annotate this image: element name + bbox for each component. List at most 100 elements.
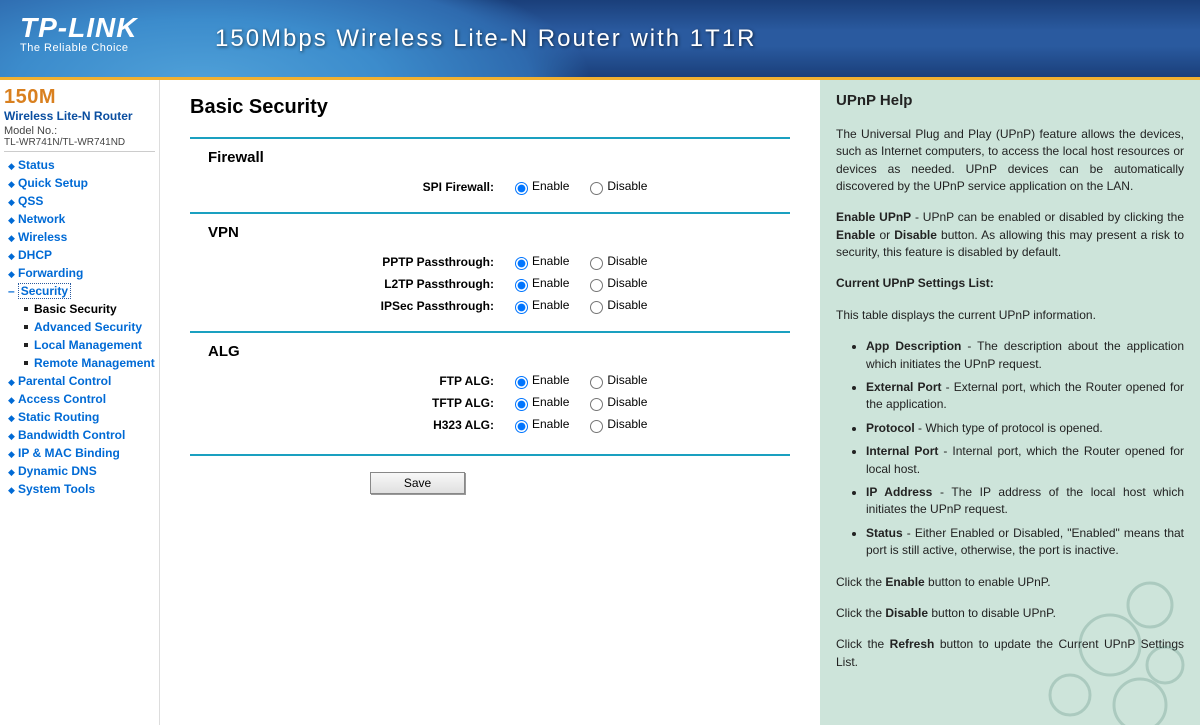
option-alg-1-enable[interactable]: Enable — [510, 395, 569, 409]
option-vpn-2-disable[interactable]: Disable — [585, 298, 647, 312]
bullet-icon: ◆ — [8, 449, 14, 460]
nav-dhcp[interactable]: DHCP — [18, 248, 52, 262]
help-foot-disable: Click the Disable button to disable UPnP… — [836, 605, 1184, 622]
bullet-icon: ◆ — [8, 377, 14, 388]
radio-vpn-2-disable[interactable] — [590, 301, 603, 314]
dot-icon — [24, 325, 28, 329]
brand-tagline: The Reliable Choice — [20, 42, 137, 54]
nav-ip-mac-binding[interactable]: IP & MAC Binding — [18, 446, 120, 460]
label-alg-2: H323 ALG: — [190, 418, 510, 432]
radio-firewall-0-enable[interactable] — [515, 182, 528, 195]
nav-static-routing[interactable]: Static Routing — [18, 410, 99, 424]
nav-parental-control[interactable]: Parental Control — [18, 374, 111, 388]
nav-access-control[interactable]: Access Control — [18, 392, 106, 406]
option-vpn-0-enable[interactable]: Enable — [510, 254, 569, 268]
radio-alg-0-enable[interactable] — [515, 376, 528, 389]
radio-alg-1-enable[interactable] — [515, 398, 528, 411]
sidebar-header: 150M Wireless Lite-N Router Model No.: T… — [4, 86, 155, 152]
radio-alg-2-disable[interactable] — [590, 420, 603, 433]
help-foot-enable: Click the Enable button to enable UPnP. — [836, 574, 1184, 591]
sidebar: 150M Wireless Lite-N Router Model No.: T… — [0, 80, 160, 725]
bullet-icon: ◆ — [8, 215, 14, 226]
bullet-icon: ◆ — [8, 395, 14, 406]
radio-alg-1-disable[interactable] — [590, 398, 603, 411]
save-button[interactable]: Save — [370, 472, 465, 494]
nav-forwarding[interactable]: Forwarding — [18, 266, 83, 280]
nav-dynamic-dns[interactable]: Dynamic DNS — [18, 464, 97, 478]
help-foot-refresh: Click the Refresh button to update the C… — [836, 636, 1184, 671]
sidebar-title: 150M — [4, 86, 155, 109]
radio-vpn-0-enable[interactable] — [515, 257, 528, 270]
label-vpn-1: L2TP Passthrough: — [190, 277, 510, 291]
nav-quick-setup[interactable]: Quick Setup — [18, 176, 88, 190]
radio-alg-0-disable[interactable] — [590, 376, 603, 389]
option-vpn-1-enable[interactable]: Enable — [510, 276, 569, 290]
subnav-advanced-security[interactable]: Advanced Security — [34, 320, 142, 334]
bullet-icon: ◆ — [8, 161, 14, 172]
label-vpn-2: IPSec Passthrough: — [190, 299, 510, 313]
subnav-basic-security[interactable]: Basic Security — [34, 302, 117, 316]
label-firewall-0: SPI Firewall: — [190, 180, 510, 194]
bullet-icon: ◆ — [8, 197, 14, 208]
help-panel: UPnP Help The Universal Plug and Play (U… — [820, 80, 1200, 725]
nav-bandwidth-control[interactable]: Bandwidth Control — [18, 428, 125, 442]
option-alg-0-disable[interactable]: Disable — [585, 373, 647, 387]
help-bullet: Status - Either Enabled or Disabled, "En… — [866, 525, 1184, 560]
radio-vpn-1-disable[interactable] — [590, 279, 603, 292]
nav-qss[interactable]: QSS — [18, 194, 43, 208]
help-title: UPnP Help — [836, 90, 1184, 112]
nav-system-tools[interactable]: System Tools — [18, 482, 95, 496]
option-alg-0-enable[interactable]: Enable — [510, 373, 569, 387]
section-vpn: VPNPPTP Passthrough:EnableDisableL2TP Pa… — [190, 212, 790, 331]
help-enable-paragraph: Enable UPnP - UPnP can be enabled or dis… — [836, 209, 1184, 261]
section-title-firewall: Firewall — [208, 149, 790, 166]
nav-network[interactable]: Network — [18, 212, 65, 226]
sidebar-subtitle: Wireless Lite-N Router — [4, 109, 155, 123]
header-banner: TP-LINK The Reliable Choice 150Mbps Wire… — [0, 0, 1200, 80]
option-alg-2-disable[interactable]: Disable — [585, 417, 647, 431]
bullet-icon: ◆ — [8, 413, 14, 424]
model-label: Model No.: — [4, 125, 155, 137]
label-vpn-0: PPTP Passthrough: — [190, 255, 510, 269]
label-alg-1: TFTP ALG: — [190, 396, 510, 410]
main-content: Basic Security FirewallSPI Firewall:Enab… — [160, 80, 820, 725]
bullet-icon: ◆ — [8, 269, 14, 280]
section-title-alg: ALG — [208, 343, 790, 360]
dot-icon — [24, 307, 28, 311]
option-firewall-0-enable[interactable]: Enable — [510, 179, 569, 193]
dot-icon — [24, 361, 28, 365]
option-vpn-1-disable[interactable]: Disable — [585, 276, 647, 290]
bullet-icon: ◆ — [8, 179, 14, 190]
option-alg-1-disable[interactable]: Disable — [585, 395, 647, 409]
radio-vpn-2-enable[interactable] — [515, 301, 528, 314]
bullet-icon: ◆ — [8, 251, 14, 262]
help-bullet: Internal Port - Internal port, which the… — [866, 443, 1184, 478]
radio-vpn-0-disable[interactable] — [590, 257, 603, 270]
nav-wireless[interactable]: Wireless — [18, 230, 67, 244]
nav-status[interactable]: Status — [18, 158, 55, 172]
dot-icon — [24, 343, 28, 347]
option-vpn-2-enable[interactable]: Enable — [510, 298, 569, 312]
page-title: Basic Security — [190, 96, 790, 119]
section-title-vpn: VPN — [208, 224, 790, 241]
collapse-icon[interactable]: – — [8, 284, 15, 298]
help-settings-heading: Current UPnP Settings List: — [836, 275, 1184, 292]
radio-vpn-1-enable[interactable] — [515, 279, 528, 292]
nav-security[interactable]: Security — [18, 283, 71, 299]
nav-list: ◆ Status ◆ Quick Setup ◆ QSS ◆ Network ◆ Wireless… — [4, 156, 155, 498]
section-alg: ALGFTP ALG:EnableDisableTFTP ALG:EnableD… — [190, 331, 790, 456]
help-bullet-list: App Description - The description about … — [836, 338, 1184, 559]
model-number: TL-WR741N/TL-WR741ND — [4, 137, 155, 152]
help-bullet: IP Address - The IP address of the local… — [866, 484, 1184, 519]
option-firewall-0-disable[interactable]: Disable — [585, 179, 647, 193]
subnav-remote-management[interactable]: Remote Management — [34, 356, 155, 370]
bullet-icon: ◆ — [8, 233, 14, 244]
subnav-local-management[interactable]: Local Management — [34, 338, 142, 352]
radio-alg-2-enable[interactable] — [515, 420, 528, 433]
section-firewall: Firewall SPI Firewall:Enable Disable — [190, 137, 790, 212]
option-alg-2-enable[interactable]: Enable — [510, 417, 569, 431]
brand-logo: TP-LINK The Reliable Choice — [20, 12, 137, 54]
radio-firewall-0-disable[interactable] — [590, 182, 603, 195]
bullet-icon: ◆ — [8, 431, 14, 442]
option-vpn-0-disable[interactable]: Disable — [585, 254, 647, 268]
